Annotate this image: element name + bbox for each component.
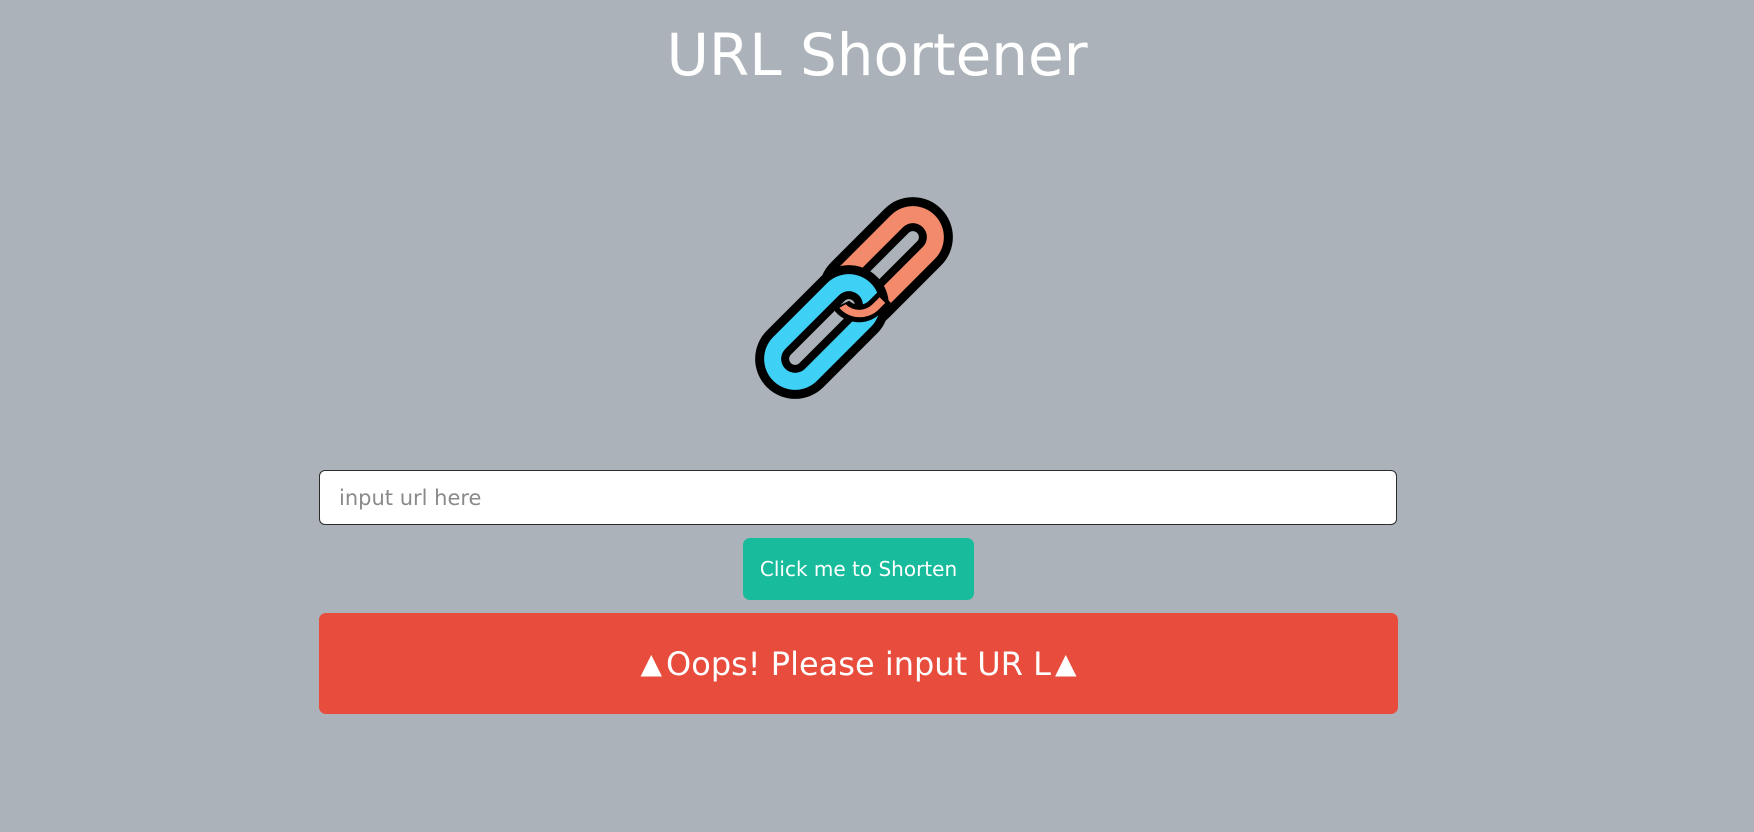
warning-icon: ▲ (640, 646, 663, 680)
page: URL Shortener Click me to Shorten (0, 0, 1754, 832)
alert-message: Oops! Please input UR L (666, 644, 1051, 683)
shorten-button[interactable]: Click me to Shorten (743, 538, 974, 600)
url-input[interactable] (319, 470, 1397, 525)
error-alert: ▲ Oops! Please input UR L ▲ (319, 613, 1398, 714)
chain-link-icon (755, 197, 953, 399)
warning-icon: ▲ (1054, 646, 1077, 680)
page-title: URL Shortener (666, 21, 1088, 89)
